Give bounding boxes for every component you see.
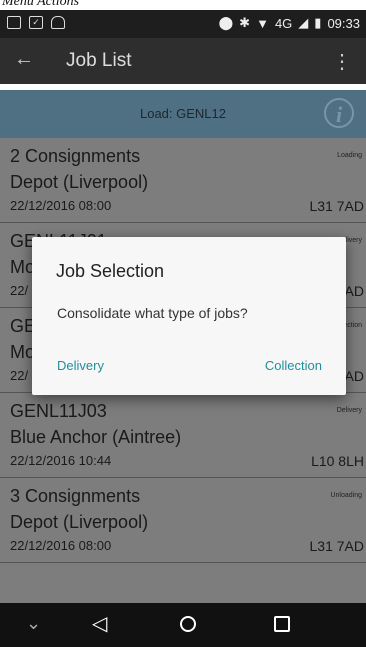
job-id: 3 Consignments	[10, 486, 141, 506]
job-date: 22/	[10, 283, 29, 298]
nav-recents-icon[interactable]	[274, 616, 290, 632]
job-id: GENL11J03	[10, 401, 107, 421]
overflow-menu-icon[interactable]: ⋮	[332, 49, 352, 74]
dialog-message: Consolidate what type of jobs?	[57, 305, 248, 321]
status-bar: ✓ ⬤ ✱ ▼ 4G ◢ ▮ 09:33	[0, 10, 366, 38]
collection-button[interactable]: Collection	[265, 358, 322, 373]
info-icon[interactable]: i	[324, 98, 354, 128]
job-postcode: L31 7AD	[309, 198, 364, 214]
battery-icon: ▮	[314, 15, 322, 30]
wifi-icon: ▼	[256, 15, 269, 31]
navigation-bar: ⌄ ◁	[0, 603, 366, 647]
job-location: Depot (Liverpool)	[10, 172, 149, 192]
job-status: Loading	[337, 152, 362, 159]
load-bar: Load: GENL12 i	[0, 90, 366, 138]
job-date: 22/12/2016 08:00	[10, 198, 112, 213]
job-location: Blue Anchor (Aintree)	[10, 427, 182, 447]
job-status: Unloading	[330, 492, 362, 499]
chevron-down-icon[interactable]: ⌄	[26, 613, 41, 634]
job-status: Delivery	[336, 407, 362, 414]
list-item[interactable]: 3 Consignments Unloading Depot (Liverpoo…	[0, 478, 366, 563]
network-type: 4G	[274, 15, 293, 31]
job-date: 22/12/2016 08:00	[10, 538, 112, 553]
check-clipboard-icon: ✓	[29, 16, 43, 29]
signal-icon: ◢	[298, 15, 309, 30]
job-postcode: L10 8LH	[311, 453, 364, 469]
job-date: 22/12/2016 10:44	[10, 453, 112, 468]
nav-home-icon[interactable]	[180, 616, 196, 632]
app-bar: ← Job List ⋮	[0, 38, 366, 84]
gallery-icon	[7, 16, 21, 29]
caption-text: Menu Actions	[2, 0, 80, 9]
delivery-button[interactable]: Delivery	[57, 358, 104, 373]
page-title: Job List	[66, 50, 132, 71]
system-icons: ⬤ ✱ ▼ 4G ◢ ▮ 09:33	[219, 15, 360, 31]
bluetooth-icon: ✱	[239, 15, 251, 30]
job-postcode: AD	[344, 368, 364, 384]
back-arrow-icon[interactable]: ←	[14, 48, 34, 71]
job-postcode: L31 7AD	[309, 538, 364, 554]
job-postcode: AD	[344, 283, 364, 299]
load-label: Load: GENL12	[139, 106, 226, 121]
list-item[interactable]: GENL11J03 Delivery Blue Anchor (Aintree)…	[0, 393, 366, 478]
notification-icons: ✓	[7, 16, 65, 29]
page-caption: Menu Actions	[0, 0, 366, 10]
dialog-title: Job Selection	[56, 261, 165, 281]
list-item[interactable]: 2 Consignments Loading Depot (Liverpool)…	[0, 138, 366, 223]
clock: 09:33	[327, 15, 360, 31]
nav-back-icon[interactable]: ◁	[92, 611, 107, 636]
android-icon	[51, 16, 65, 29]
job-date: 22/	[10, 368, 29, 383]
job-id: 2 Consignments	[10, 146, 141, 166]
job-selection-dialog: Job Selection Consolidate what type of j…	[32, 237, 346, 395]
location-icon: ⬤	[218, 15, 234, 30]
job-location: Depot (Liverpool)	[10, 512, 149, 532]
